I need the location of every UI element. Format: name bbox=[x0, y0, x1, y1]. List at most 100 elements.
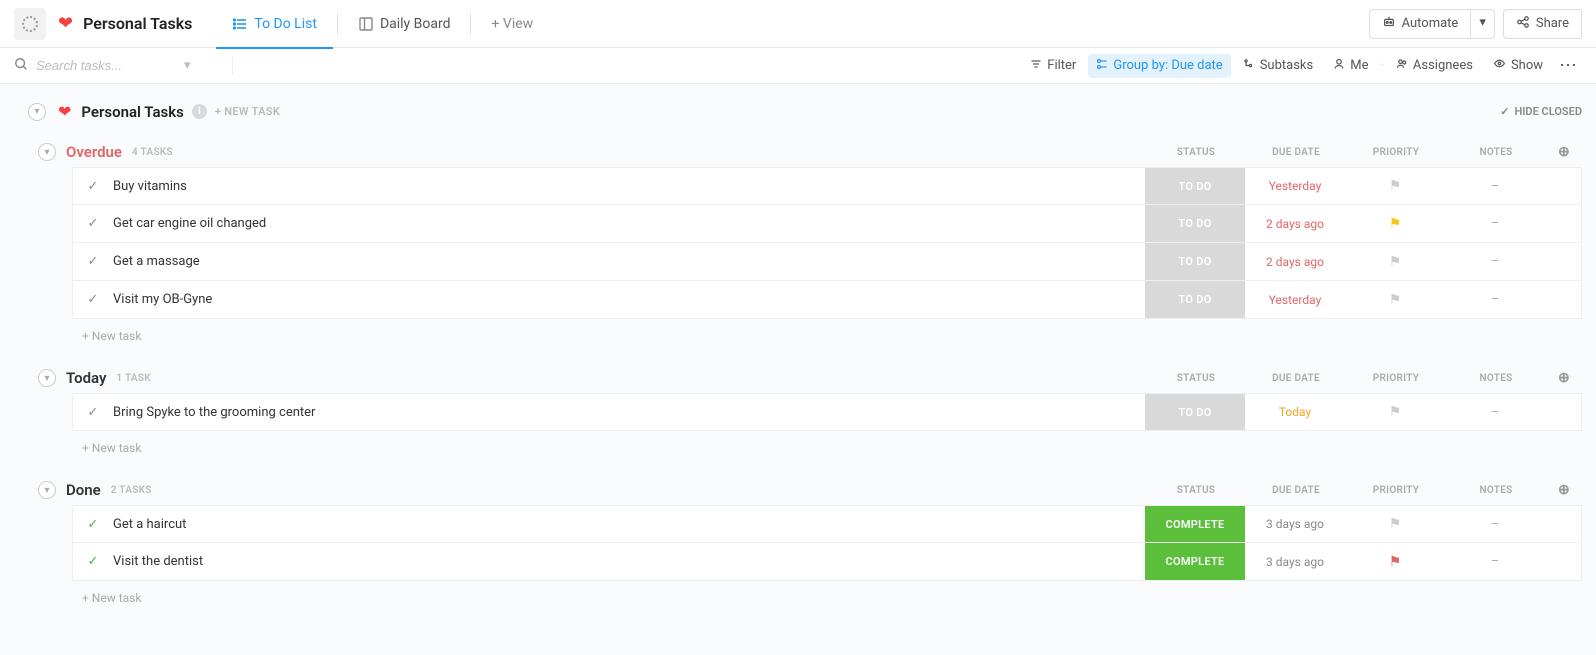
search-wrap: ▾ bbox=[14, 57, 224, 75]
views-tabs: To Do List Daily Board + View bbox=[216, 0, 549, 48]
status-pill[interactable]: TO DO bbox=[1145, 205, 1245, 242]
due-date[interactable]: 3 days ago bbox=[1245, 506, 1345, 542]
assignees-chip[interactable]: Assignees bbox=[1388, 54, 1481, 78]
search-chevron-down-icon[interactable]: ▾ bbox=[184, 58, 191, 73]
complete-check-icon[interactable]: ✓ bbox=[73, 216, 113, 231]
task-name[interactable]: Buy vitamins bbox=[113, 179, 1145, 194]
add-column-button[interactable]: ⊕ bbox=[1546, 144, 1582, 160]
task-name[interactable]: Bring Spyke to the grooming center bbox=[113, 405, 1145, 420]
complete-check-icon[interactable]: ✓ bbox=[73, 179, 113, 194]
notes-cell[interactable]: – bbox=[1445, 543, 1545, 580]
col-notes: NOTES bbox=[1446, 485, 1546, 496]
info-icon[interactable]: i bbox=[192, 104, 207, 119]
task-rows: ✓ Buy vitamins TO DO Yesterday ⚑ – ✓ Get… bbox=[72, 167, 1582, 319]
hide-closed-button[interactable]: ✓ HIDE CLOSED bbox=[1500, 105, 1582, 118]
due-date[interactable]: Yesterday bbox=[1245, 168, 1345, 204]
new-task-row[interactable]: + New task bbox=[72, 431, 1582, 455]
task-row[interactable]: ✓ Visit my OB-Gyne TO DO Yesterday ⚑ – bbox=[72, 281, 1582, 319]
notes-cell[interactable]: – bbox=[1445, 394, 1545, 430]
new-task-row[interactable]: + New task bbox=[72, 581, 1582, 605]
task-group: ▾ Done 2 TASKS STATUS DUE DATE PRIORITY … bbox=[38, 475, 1582, 605]
task-row[interactable]: ✓ Get a haircut COMPLETE 3 days ago ⚑ – bbox=[72, 505, 1582, 543]
more-menu[interactable]: ⋯ bbox=[1555, 55, 1582, 76]
priority-flag-icon[interactable]: ⚑ bbox=[1345, 168, 1445, 204]
me-chip[interactable]: Me bbox=[1325, 54, 1376, 78]
priority-flag-icon[interactable]: ⚑ bbox=[1345, 205, 1445, 242]
priority-flag-icon[interactable]: ⚑ bbox=[1345, 543, 1445, 580]
notes-cell[interactable]: – bbox=[1445, 281, 1545, 318]
status-pill[interactable]: TO DO bbox=[1145, 168, 1245, 204]
new-task-button[interactable]: + NEW TASK bbox=[215, 105, 280, 118]
subtasks-chip[interactable]: Subtasks bbox=[1235, 54, 1322, 78]
topbar-right: Automate ▾ Share bbox=[1369, 9, 1582, 39]
status-pill[interactable]: TO DO bbox=[1145, 243, 1245, 280]
group-header: ▾ Overdue 4 TASKS STATUS DUE DATE PRIORI… bbox=[38, 137, 1582, 167]
task-row[interactable]: ✓ Visit the dentist COMPLETE 3 days ago … bbox=[72, 543, 1582, 581]
group-name[interactable]: Overdue bbox=[66, 143, 122, 161]
new-task-row[interactable]: + New task bbox=[72, 319, 1582, 343]
search-icon bbox=[14, 57, 28, 75]
automate-button[interactable]: Automate bbox=[1369, 9, 1472, 39]
group-header: ▾ Done 2 TASKS STATUS DUE DATE PRIORITY … bbox=[38, 475, 1582, 505]
task-name[interactable]: Visit my OB-Gyne bbox=[113, 292, 1145, 307]
due-date[interactable]: Today bbox=[1245, 394, 1345, 430]
task-row[interactable]: ✓ Get a massage TO DO 2 days ago ⚑ – bbox=[72, 243, 1582, 281]
divider bbox=[232, 57, 233, 75]
add-view-button[interactable]: + View bbox=[475, 0, 549, 48]
col-status: STATUS bbox=[1146, 147, 1246, 158]
task-row[interactable]: ✓ Buy vitamins TO DO Yesterday ⚑ – bbox=[72, 167, 1582, 205]
status-pill[interactable]: TO DO bbox=[1145, 281, 1245, 318]
add-column-button[interactable]: ⊕ bbox=[1546, 482, 1582, 498]
group-name[interactable]: Today bbox=[66, 369, 106, 387]
groupby-chip[interactable]: Group by: Due date bbox=[1088, 54, 1230, 78]
complete-check-icon[interactable]: ✓ bbox=[73, 405, 113, 420]
priority-flag-icon[interactable]: ⚑ bbox=[1345, 506, 1445, 542]
add-column-button[interactable]: ⊕ bbox=[1546, 370, 1582, 386]
eye-icon bbox=[1493, 57, 1506, 74]
notes-cell[interactable]: – bbox=[1445, 243, 1545, 280]
task-name[interactable]: Get car engine oil changed bbox=[113, 216, 1145, 231]
list-settings-button[interactable] bbox=[14, 8, 46, 40]
due-date[interactable]: 3 days ago bbox=[1245, 543, 1345, 580]
task-row[interactable]: ✓ Get car engine oil changed TO DO 2 day… bbox=[72, 205, 1582, 243]
tab-daily-board[interactable]: Daily Board bbox=[342, 0, 467, 48]
notes-cell[interactable]: – bbox=[1445, 205, 1545, 242]
task-name[interactable]: Visit the dentist bbox=[113, 554, 1145, 569]
priority-flag-icon[interactable]: ⚑ bbox=[1345, 243, 1445, 280]
collapse-group-button[interactable]: ▾ bbox=[38, 369, 56, 387]
row-spacer bbox=[1545, 243, 1581, 280]
complete-check-icon[interactable]: ✓ bbox=[73, 517, 113, 532]
task-row[interactable]: ✓ Bring Spyke to the grooming center TO … bbox=[72, 393, 1582, 431]
col-status: STATUS bbox=[1146, 373, 1246, 384]
show-chip[interactable]: Show bbox=[1485, 53, 1551, 78]
filter-chip[interactable]: Filter bbox=[1022, 54, 1084, 78]
share-button[interactable]: Share bbox=[1503, 9, 1582, 39]
status-pill[interactable]: COMPLETE bbox=[1145, 543, 1245, 580]
complete-check-icon[interactable]: ✓ bbox=[73, 554, 113, 569]
subtasks-icon bbox=[1243, 58, 1255, 74]
priority-flag-icon[interactable]: ⚑ bbox=[1345, 281, 1445, 318]
priority-flag-icon[interactable]: ⚑ bbox=[1345, 394, 1445, 430]
notes-cell[interactable]: – bbox=[1445, 506, 1545, 542]
complete-check-icon[interactable]: ✓ bbox=[73, 254, 113, 269]
status-pill[interactable]: TO DO bbox=[1145, 394, 1245, 430]
status-pill[interactable]: COMPLETE bbox=[1145, 506, 1245, 542]
tab-label: Daily Board bbox=[380, 16, 451, 32]
task-name[interactable]: Get a haircut bbox=[113, 517, 1145, 532]
group-count: 4 TASKS bbox=[132, 147, 173, 158]
task-name[interactable]: Get a massage bbox=[113, 254, 1145, 269]
search-input[interactable] bbox=[36, 58, 176, 73]
complete-check-icon[interactable]: ✓ bbox=[73, 292, 113, 307]
collapse-all-button[interactable]: ▾ bbox=[28, 103, 46, 121]
tab-todo-list[interactable]: To Do List bbox=[216, 0, 333, 48]
due-date[interactable]: 2 days ago bbox=[1245, 205, 1345, 242]
due-date[interactable]: Yesterday bbox=[1245, 281, 1345, 318]
tab-label: To Do List bbox=[254, 16, 317, 32]
automate-dropdown[interactable]: ▾ bbox=[1471, 9, 1495, 39]
notes-cell[interactable]: – bbox=[1445, 168, 1545, 204]
subtasks-label: Subtasks bbox=[1260, 58, 1314, 73]
collapse-group-button[interactable]: ▾ bbox=[38, 143, 56, 161]
collapse-group-button[interactable]: ▾ bbox=[38, 481, 56, 499]
due-date[interactable]: 2 days ago bbox=[1245, 243, 1345, 280]
group-name[interactable]: Done bbox=[66, 481, 101, 499]
